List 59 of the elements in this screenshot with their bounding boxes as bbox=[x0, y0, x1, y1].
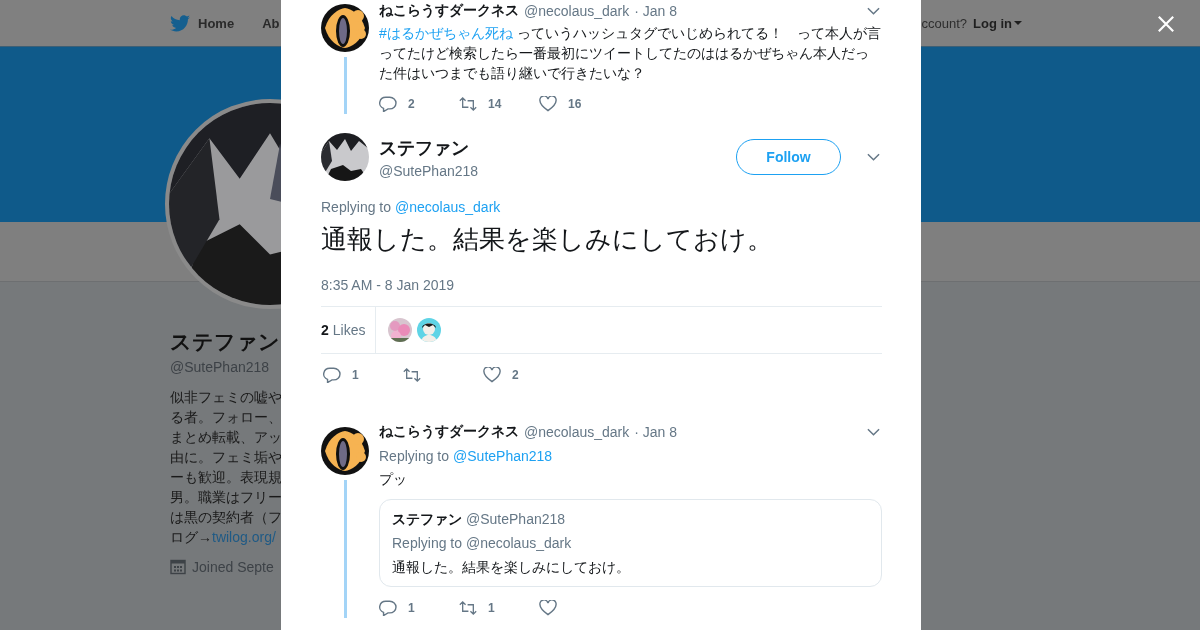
reply-icon[interactable] bbox=[323, 367, 341, 383]
follow-button[interactable]: Follow bbox=[736, 139, 841, 175]
replying-label: Replying to bbox=[379, 448, 450, 464]
close-icon[interactable] bbox=[1157, 15, 1175, 33]
replying-label: Replying to @necolaus_dark bbox=[392, 534, 573, 552]
reply-icon[interactable] bbox=[379, 600, 397, 616]
calendar-icon bbox=[170, 559, 186, 575]
user-handle[interactable]: @SutePhan218 bbox=[379, 162, 479, 179]
avatar[interactable] bbox=[321, 427, 369, 475]
profile-name: ステファン bbox=[170, 329, 280, 355]
tweet-text: #はるかぜちゃん死ね っていうハッシュタグでいじめられてる！ って本人が言ってたけど検索したら一番最初にツイートしてたのははるかぜちゃん本人だった件はいつまでも語り継いで行きたいな？ bbox=[379, 24, 882, 83]
action-count: 2 bbox=[408, 97, 415, 111]
retweet-icon[interactable] bbox=[459, 96, 477, 112]
tweet-date[interactable]: · Jan 8 bbox=[634, 424, 678, 440]
heart-icon[interactable] bbox=[483, 367, 501, 383]
avatar[interactable] bbox=[321, 133, 369, 181]
quoted-tweet[interactable]: ステファン @SutePhan218 Replying to @necolaus_dark 通報した。結果を楽しみにしておけ。 bbox=[379, 499, 882, 587]
user-name[interactable]: ねこらうすダークネス bbox=[379, 2, 519, 20]
tweet-date[interactable]: · Jan 8 bbox=[634, 3, 678, 19]
avatar[interactable] bbox=[417, 318, 442, 342]
user-name[interactable]: ステファン bbox=[379, 135, 479, 160]
reply-icon[interactable] bbox=[379, 96, 397, 112]
mention-link[interactable]: @necolaus_dark bbox=[395, 199, 501, 215]
likes-count[interactable]: 2 Likes bbox=[321, 307, 377, 353]
chevron-icon[interactable] bbox=[867, 7, 880, 15]
joined-date: Joined Septe bbox=[192, 559, 274, 575]
action-count: 1 bbox=[352, 368, 359, 382]
profile-bio: 似非フェミの嘘や る者。フォロー、 まとめ転載、アッ 由に。フェミ垢や ーも歓迎。表現規 男。職業はフリー は黒の契約者（フ ログ→twilog.org/ bbox=[170, 388, 282, 547]
user-handle: @SutePhan218 bbox=[466, 510, 566, 528]
profile-handle: @SutePhan218 bbox=[170, 359, 270, 375]
caret-icon bbox=[1014, 21, 1022, 25]
action-count: 1 bbox=[408, 601, 415, 615]
user-name[interactable]: ねこらうすダークネス bbox=[379, 423, 519, 441]
action-count: 1 bbox=[488, 601, 495, 615]
tweet-text: プッ bbox=[379, 470, 408, 489]
mention-link[interactable]: @SutePhan218 bbox=[453, 448, 553, 464]
heart-icon[interactable] bbox=[539, 96, 557, 112]
tweet-text: 通報した。結果を楽しみにしておけ。 bbox=[321, 223, 774, 256]
hashtag-link[interactable]: #はるかぜちゃん死ね bbox=[379, 25, 513, 41]
tweet-text: 通報した。結果を楽しみにしておけ。 bbox=[392, 558, 631, 576]
nav-link[interactable]: Ab bbox=[262, 15, 280, 31]
user-handle[interactable]: @necolaus_dark bbox=[524, 3, 630, 19]
nav-link[interactable]: Home bbox=[198, 15, 235, 31]
user-handle[interactable]: @necolaus_dark bbox=[524, 424, 630, 440]
chevron-icon[interactable] bbox=[867, 428, 880, 436]
action-count: 14 bbox=[488, 97, 502, 111]
login-button[interactable]: Log in bbox=[973, 15, 1022, 31]
login-prompt: ccount? bbox=[921, 15, 967, 31]
tweet-timestamp[interactable]: 8:35 AM - 8 Jan 2019 bbox=[321, 277, 882, 293]
retweet-icon[interactable] bbox=[403, 367, 421, 383]
retweet-icon[interactable] bbox=[459, 600, 477, 616]
replying-label: Replying to bbox=[321, 199, 392, 215]
chevron-icon[interactable] bbox=[867, 153, 880, 161]
avatar[interactable] bbox=[321, 4, 369, 52]
heart-icon[interactable] bbox=[539, 600, 557, 616]
action-count: 16 bbox=[568, 97, 582, 111]
user-name: ステファン bbox=[392, 510, 462, 528]
bird-icon bbox=[170, 14, 190, 32]
action-count: 2 bbox=[512, 368, 519, 382]
